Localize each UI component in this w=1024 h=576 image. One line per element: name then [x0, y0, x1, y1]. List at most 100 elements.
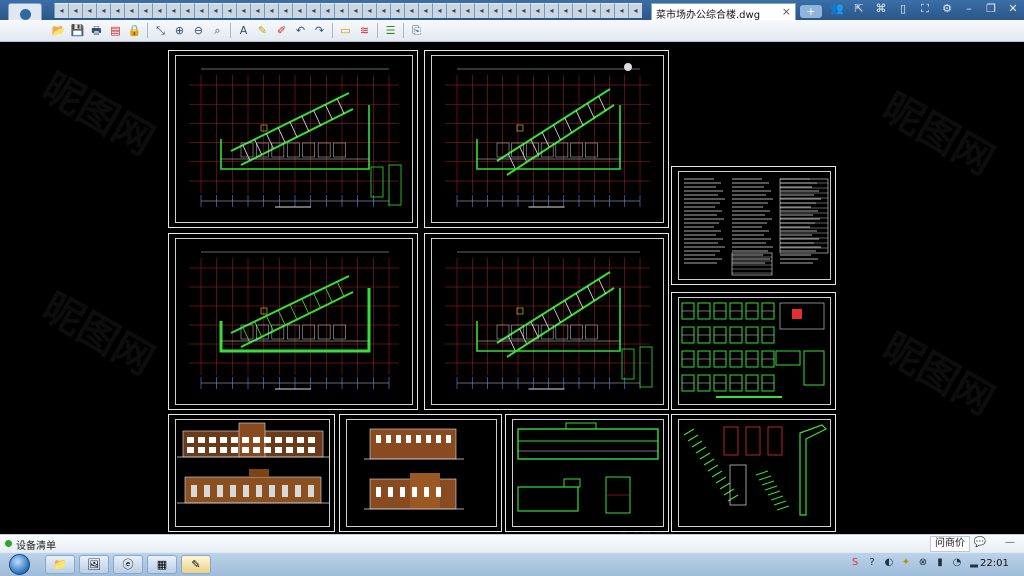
mini-tab[interactable]: ◂: [68, 3, 82, 18]
sheet-stair-details[interactable]: [671, 414, 836, 532]
phone-icon[interactable]: ▯: [896, 2, 910, 16]
taskbar-cad-icon[interactable]: ✎: [181, 555, 211, 574]
sheet-floor-plan-3[interactable]: [168, 233, 418, 410]
pdf-icon[interactable]: ▤: [107, 22, 124, 39]
markup-icon[interactable]: ✐: [273, 22, 290, 39]
print-icon[interactable]: 🖶: [88, 22, 105, 39]
open-icon[interactable]: 📂: [50, 22, 67, 39]
sheet-details[interactable]: [671, 292, 836, 410]
mini-tab[interactable]: ◂: [362, 3, 376, 18]
mini-tab[interactable]: ◂: [348, 3, 362, 18]
redo-icon[interactable]: ↷: [311, 22, 328, 39]
mini-tab[interactable]: ◂: [432, 3, 446, 18]
mini-tab[interactable]: ◂: [250, 3, 264, 18]
mini-tab[interactable]: ◂: [278, 3, 292, 18]
sheet-floor-plan-4[interactable]: [424, 233, 669, 410]
tray-network-icon[interactable]: ⊗: [916, 556, 930, 570]
mini-tab[interactable]: ◂: [124, 3, 138, 18]
pen-icon[interactable]: ✎: [254, 22, 271, 39]
tray-app-icon[interactable]: ◐: [882, 556, 896, 570]
ask-price-button[interactable]: 问商价: [930, 536, 970, 552]
mini-tab[interactable]: ◂: [334, 3, 348, 18]
share-icon[interactable]: ⌘: [874, 2, 888, 16]
zoom-in-icon[interactable]: ⊕: [171, 22, 188, 39]
sheet-elevations-2[interactable]: [339, 414, 502, 532]
restore-window-icon[interactable]: ❐: [984, 2, 998, 16]
taskbar-viewer-icon[interactable]: 🖼: [79, 555, 109, 574]
mini-tab[interactable]: ◂: [320, 3, 334, 18]
mini-tab[interactable]: ◂: [236, 3, 250, 18]
status-text[interactable]: 设备清单: [16, 537, 56, 552]
minimize-icon[interactable]: —: [1002, 536, 1018, 550]
drawing-canvas[interactable]: 昵图网 昵图网 昵图网 昵图网 昵图网: [0, 42, 1024, 534]
sheet-notes-table[interactable]: [671, 166, 836, 285]
contacts-icon[interactable]: 👥: [830, 2, 844, 16]
new-tab-button[interactable]: +: [800, 5, 822, 18]
mini-tab[interactable]: ◂: [180, 3, 194, 18]
export-icon[interactable]: ⎘: [408, 22, 425, 39]
tray-wifi-icon[interactable]: ◔: [950, 556, 964, 570]
taskbar-winrar-icon[interactable]: ▦: [147, 555, 177, 574]
select-icon[interactable]: ⤡: [152, 22, 169, 39]
mini-tab[interactable]: ◂: [474, 3, 488, 18]
mini-tab[interactable]: ◂: [614, 3, 628, 18]
save-icon[interactable]: 💾: [69, 22, 86, 39]
tray-app2-icon[interactable]: ✦: [899, 556, 913, 570]
mini-tab[interactable]: ◂: [194, 3, 208, 18]
minimize-window-icon[interactable]: –: [962, 2, 976, 16]
measure-icon[interactable]: ▭: [337, 22, 354, 39]
mini-tab[interactable]: ◂: [96, 3, 110, 18]
mini-tab[interactable]: ◂: [152, 3, 166, 18]
fullscreen-icon[interactable]: ⛶: [918, 2, 932, 16]
mini-tab[interactable]: ◂: [572, 3, 586, 18]
tab-active-drawing[interactable]: 菜市场办公综合楼.dwg ×: [651, 3, 796, 21]
mini-tab[interactable]: ◂: [558, 3, 572, 18]
taskbar-ie-icon[interactable]: ⓔ: [113, 555, 143, 574]
mini-tab[interactable]: ◂: [222, 3, 236, 18]
mini-tab[interactable]: ◂: [166, 3, 180, 18]
zoom-window-icon[interactable]: ⌕: [209, 22, 226, 39]
tray-help-icon[interactable]: ?: [865, 556, 879, 570]
chat-icon[interactable]: 💬: [972, 536, 988, 550]
mini-tab[interactable]: ◂: [292, 3, 306, 18]
mini-tab[interactable]: ◂: [628, 3, 642, 18]
mini-tab[interactable]: ◂: [460, 3, 474, 18]
mini-tab[interactable]: ◂: [390, 3, 404, 18]
zoom-out-icon[interactable]: ⊖: [190, 22, 207, 39]
mini-tab[interactable]: ◂: [82, 3, 96, 18]
tab-close-icon[interactable]: ×: [782, 5, 791, 18]
mini-tab[interactable]: ◂: [376, 3, 390, 18]
tray-battery-icon[interactable]: ▮: [933, 556, 947, 570]
mini-tab[interactable]: ◂: [208, 3, 222, 18]
mini-tab[interactable]: ◂: [516, 3, 530, 18]
start-button[interactable]: [8, 553, 32, 576]
settings-gear-icon[interactable]: ⚙: [940, 2, 954, 16]
sheet-elevations-1[interactable]: [168, 414, 335, 532]
lock-icon[interactable]: 🔒: [126, 22, 143, 39]
undo-icon[interactable]: ↶: [292, 22, 309, 39]
mini-tab[interactable]: ◂: [488, 3, 502, 18]
text-icon[interactable]: A: [235, 22, 252, 39]
mini-tab[interactable]: ◂: [586, 3, 600, 18]
tray-sogou-icon[interactable]: S: [848, 556, 862, 570]
mini-tab[interactable]: ◂: [530, 3, 544, 18]
mini-tab[interactable]: ◂: [264, 3, 278, 18]
sheet-floor-plan-1[interactable]: [168, 50, 418, 228]
layers-icon[interactable]: ☰: [382, 22, 399, 39]
mini-tab[interactable]: ◂: [418, 3, 432, 18]
mini-tab[interactable]: ◂: [138, 3, 152, 18]
close-window-icon[interactable]: ✕: [1006, 2, 1020, 16]
taskbar-folder-icon[interactable]: 📁: [45, 555, 75, 574]
mini-tab[interactable]: ◂: [544, 3, 558, 18]
tray-signal-icon[interactable]: ▂: [967, 556, 981, 570]
sheet-sections[interactable]: [505, 414, 669, 532]
mini-tab[interactable]: ◂: [54, 3, 68, 18]
scale-icon[interactable]: ≋: [356, 22, 373, 39]
mini-tab[interactable]: ◂: [446, 3, 460, 18]
mini-tab[interactable]: ◂: [306, 3, 320, 18]
mini-tab[interactable]: ◂: [600, 3, 614, 18]
open-external-icon[interactable]: ⇱: [852, 2, 866, 16]
mini-tab[interactable]: ◂: [404, 3, 418, 18]
mini-tab[interactable]: ◂: [110, 3, 124, 18]
sheet-floor-plan-2[interactable]: [424, 50, 669, 228]
